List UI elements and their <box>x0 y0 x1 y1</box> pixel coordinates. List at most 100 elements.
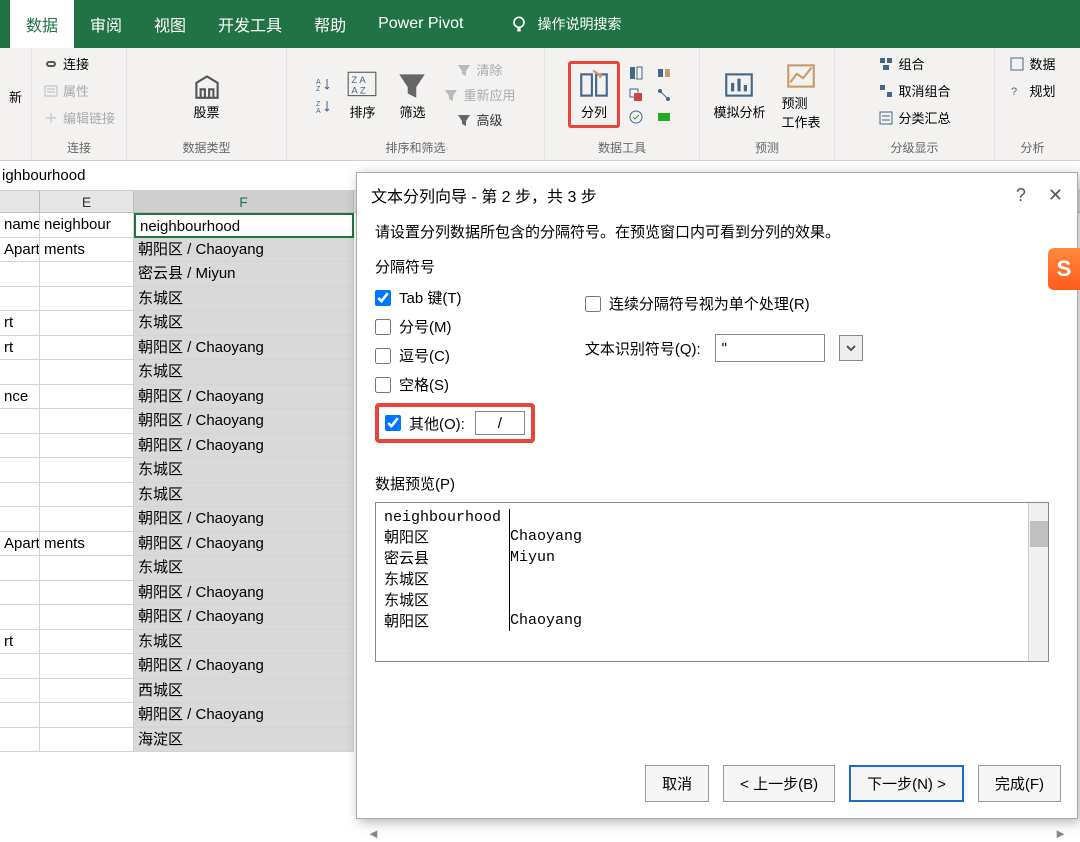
text-to-columns-icon <box>577 68 611 102</box>
connections-button[interactable]: 连接 <box>39 52 93 75</box>
svg-text:Z A: Z A <box>352 75 367 86</box>
sort-icon: Z AA Z <box>345 68 379 102</box>
tell-me-search[interactable]: 操作说明搜索 <box>509 14 621 34</box>
consecutive-delimiter-checkbox[interactable]: 连续分隔符号视为单个处理(R) <box>585 293 863 314</box>
advanced-icon <box>456 112 472 128</box>
semicolon-delimiter-checkbox[interactable]: 分号(M) <box>375 316 535 337</box>
what-if-analysis-button[interactable]: 模拟分析 <box>707 64 771 125</box>
tab-data[interactable]: 数据 <box>10 0 74 48</box>
group-rows-button[interactable]: 组合 <box>874 52 928 75</box>
svg-text:A Z: A Z <box>352 86 366 97</box>
subtotal-button[interactable]: 分类汇总 <box>874 106 954 129</box>
sort-desc-button[interactable]: ZA <box>311 96 335 116</box>
group-data-tools: 数据工具 <box>598 137 646 158</box>
next-button[interactable]: 下一步(N) > <box>849 765 964 802</box>
delimiters-section-label: 分隔符号 <box>375 256 1059 277</box>
sogou-ime-badge[interactable]: S <box>1048 248 1080 290</box>
col-header-F[interactable]: F <box>134 191 354 212</box>
svg-text:A: A <box>316 79 321 86</box>
link-icon <box>43 56 59 72</box>
flashfill-icon <box>628 65 644 81</box>
col-header-E[interactable]: E <box>40 191 134 212</box>
sort-button[interactable]: Z AA Z 排序 <box>339 64 385 125</box>
forecast-sheet-button[interactable]: 预测 工作表 <box>776 55 827 135</box>
space-delimiter-checkbox[interactable]: 空格(S) <box>375 374 535 395</box>
remove-duplicates-button[interactable] <box>624 85 648 105</box>
space-delimiter-input[interactable] <box>375 377 391 393</box>
reapply-filter-button[interactable]: 重新应用 <box>439 83 519 106</box>
comma-delimiter-input[interactable] <box>375 348 391 364</box>
group-sort-filter: 排序和筛选 <box>385 137 445 158</box>
sort-asc-button[interactable]: AZ <box>311 74 335 94</box>
tab-devtools[interactable]: 开发工具 <box>202 0 298 48</box>
group-analysis: 分析 <box>1020 137 1044 158</box>
tab-review[interactable]: 审阅 <box>74 0 138 48</box>
advanced-filter-button[interactable]: 高级 <box>439 108 519 131</box>
edit-links-button[interactable]: 编辑链接 <box>39 106 119 129</box>
manage-data-model-button[interactable] <box>652 107 676 127</box>
properties-icon <box>43 83 59 99</box>
reapply-icon <box>443 87 459 103</box>
data-analysis-button[interactable]: 数据 <box>1005 52 1059 75</box>
scroll-right-arrow-icon[interactable]: ► <box>1054 826 1067 841</box>
lightbulb-icon <box>509 14 529 34</box>
flash-fill-button[interactable] <box>624 63 648 83</box>
group-connections: 连接 <box>67 137 91 158</box>
ungroup-rows-button[interactable]: 取消组合 <box>874 79 954 102</box>
solver-button[interactable]: ?规划 <box>1005 79 1059 102</box>
back-button[interactable]: < 上一步(B) <box>723 765 835 802</box>
finish-button[interactable]: 完成(F) <box>978 765 1061 802</box>
preview-scrollbar-horizontal[interactable]: ◄ ► <box>367 824 1067 842</box>
dialog-title: 文本分列向导 - 第 2 步，共 3 步 <box>371 183 597 207</box>
ungroup-icon <box>878 83 894 99</box>
chevron-down-icon <box>845 342 857 354</box>
consecutive-delimiter-input[interactable] <box>585 296 601 312</box>
other-delimiter-checkbox[interactable]: 其他(O): <box>385 413 465 434</box>
group-data-types: 数据类型 <box>182 137 230 158</box>
tab-powerpivot[interactable]: Power Pivot <box>362 3 479 45</box>
tab-help[interactable]: 帮助 <box>298 0 362 48</box>
data-preview-box: neighbourhood朝阳区Chaoyang密云县Miyun东城区东城区朝阳… <box>375 502 1049 662</box>
relationships-button[interactable] <box>652 85 676 105</box>
other-delimiter-input[interactable] <box>385 415 401 431</box>
col-header[interactable] <box>0 191 40 212</box>
stocks-data-type[interactable]: 股票 <box>184 64 230 125</box>
other-delimiter-value[interactable] <box>475 411 525 435</box>
clear-filter-button[interactable]: 清除 <box>439 58 519 81</box>
funnel-icon <box>395 68 429 102</box>
dialog-help-button[interactable]: ? <box>1016 185 1026 206</box>
text-qualifier-dropdown-button[interactable] <box>839 335 863 361</box>
cancel-button[interactable]: 取消 <box>645 765 709 802</box>
tab-view[interactable]: 视图 <box>138 0 202 48</box>
dialog-close-button[interactable]: ✕ <box>1048 185 1063 206</box>
filter-button[interactable]: 筛选 <box>389 64 435 125</box>
tab-delimiter-checkbox[interactable]: Tab 键(T) <box>375 287 535 308</box>
data-validation-button[interactable] <box>624 107 648 127</box>
svg-text:Z: Z <box>316 101 321 108</box>
other-delimiter-highlight: 其他(O): <box>375 403 535 443</box>
consolidate-button[interactable] <box>652 63 676 83</box>
preview-scrollbar-vertical[interactable] <box>1028 503 1048 661</box>
text-qualifier-select[interactable]: " <box>715 334 825 362</box>
group-outline: 分级显示 <box>890 137 938 158</box>
properties-button[interactable]: 属性 <box>39 79 93 102</box>
scroll-left-arrow-icon[interactable]: ◄ <box>367 826 380 841</box>
semicolon-delimiter-input[interactable] <box>375 319 391 335</box>
sort-desc-icon: ZA <box>315 98 331 114</box>
remove-dup-icon <box>628 87 644 103</box>
sort-asc-icon: AZ <box>315 76 331 92</box>
comma-delimiter-checkbox[interactable]: 逗号(C) <box>375 345 535 366</box>
text-to-columns-button[interactable]: 分列 <box>568 61 620 128</box>
tab-delimiter-input[interactable] <box>375 290 391 306</box>
validation-icon <box>628 109 644 125</box>
clear-icon <box>456 62 472 78</box>
consolidate-icon <box>656 65 672 81</box>
forecast-icon <box>784 59 818 93</box>
text-to-columns-wizard-dialog: 文本分列向导 - 第 2 步，共 3 步 ? ✕ 请设置分列数据所包含的分隔符号… <box>356 172 1078 819</box>
building-icon <box>190 68 224 102</box>
refresh-all-button[interactable]: 新 <box>5 85 26 108</box>
data-preview-label: 数据预览(P) <box>375 473 1059 494</box>
svg-text:Z: Z <box>316 86 321 92</box>
dialog-instruction: 请设置分列数据所包含的分隔符号。在预览窗口内可看到分列的效果。 <box>375 221 1059 242</box>
group-forecast: 预测 <box>755 137 779 158</box>
